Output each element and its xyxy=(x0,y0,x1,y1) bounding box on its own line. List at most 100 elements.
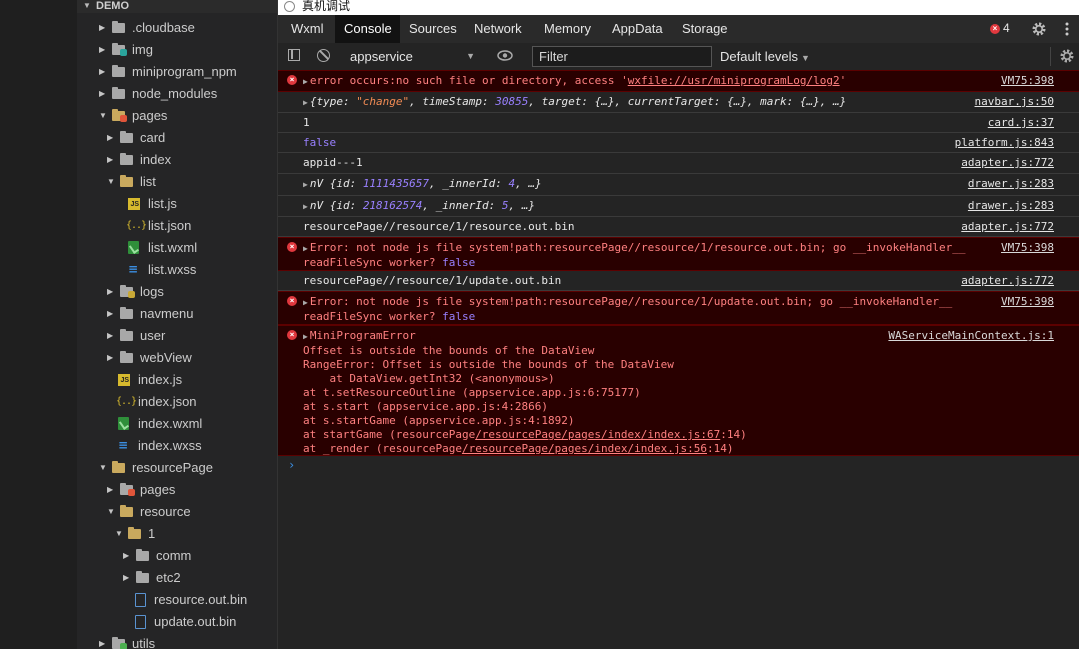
tree-item[interactable]: ▶ img xyxy=(77,39,277,61)
tab-console[interactable]: Console xyxy=(335,15,400,43)
tree-item[interactable]: ▶ miniprogram_npm xyxy=(77,61,277,83)
error-count-badge[interactable]: × 4 xyxy=(990,21,1010,36)
chevron-down-icon[interactable]: ▼ xyxy=(107,507,115,517)
message-link[interactable]: wxfile://usr/miniprogramLog/log2 xyxy=(628,74,840,87)
tree-item[interactable]: list.wxml xyxy=(77,237,277,259)
tree-item[interactable]: ▼ resource xyxy=(77,501,277,523)
chevron-right-icon[interactable]: ▶ xyxy=(107,133,115,143)
tree-item-label: img xyxy=(132,42,153,57)
expand-triangle-icon[interactable]: ▶ xyxy=(303,332,308,341)
tab-sources[interactable]: Sources xyxy=(400,15,465,43)
message-text: ' xyxy=(839,74,847,87)
expand-triangle-icon[interactable]: ▶ xyxy=(303,244,308,253)
log-levels-dropdown[interactable]: Default levels ▼ xyxy=(720,48,810,67)
source-link[interactable]: card.js:37 xyxy=(988,116,1054,130)
expand-triangle-icon[interactable]: ▶ xyxy=(303,77,308,86)
source-link[interactable]: VM75:398 xyxy=(1001,295,1054,309)
chevron-down-icon[interactable]: ▼ xyxy=(107,177,115,187)
tree-item[interactable]: JS index.js xyxy=(77,369,277,391)
chevron-down-icon[interactable]: ▼ xyxy=(99,463,107,473)
tree-item-label: card xyxy=(140,130,166,145)
chevron-right-icon[interactable]: ▶ xyxy=(107,287,115,297)
tree-item[interactable]: resource.out.bin xyxy=(77,589,277,611)
stack-link[interactable]: /resourcePage/pages/index/index.js:56 xyxy=(462,442,707,455)
eye-icon[interactable] xyxy=(497,50,513,61)
tab-memory[interactable]: Memory xyxy=(535,15,603,43)
tree-item[interactable]: ▶ user xyxy=(77,325,277,347)
tree-item[interactable]: ▶ navmenu xyxy=(77,303,277,325)
source-link[interactable]: drawer.js:283 xyxy=(968,177,1054,191)
source-link[interactable]: adapter.js:772 xyxy=(961,220,1054,234)
tree-item[interactable]: ▶ logs xyxy=(77,281,277,303)
chevron-down-icon[interactable]: ▼ xyxy=(115,529,123,539)
expand-triangle-icon[interactable]: ▶ xyxy=(303,298,308,307)
tree-item[interactable]: index.wxml xyxy=(77,413,277,435)
tree-item[interactable]: ≡ list.wxss xyxy=(77,259,277,281)
tree-item[interactable]: ▶ pages xyxy=(77,479,277,501)
tree-item[interactable]: ▼ list xyxy=(77,171,277,193)
source-link[interactable]: platform.js:843 xyxy=(955,136,1054,150)
stack-link[interactable]: /resourcePage/pages/index/index.js:67 xyxy=(475,428,720,441)
chevron-right-icon[interactable]: ▶ xyxy=(123,573,131,583)
more-menu-icon[interactable] xyxy=(1064,21,1070,37)
chevron-right-icon[interactable]: ▶ xyxy=(107,309,115,319)
message-text: false xyxy=(442,256,476,269)
source-link[interactable]: VM75:398 xyxy=(1001,74,1054,88)
clear-console-icon[interactable] xyxy=(317,49,330,62)
console-log-message: resourcePage//resource/1/resource.out.bi… xyxy=(278,217,1079,237)
tree-item[interactable]: ▶ node_modules xyxy=(77,83,277,105)
console-settings-icon[interactable] xyxy=(1059,48,1075,64)
tree-item[interactable]: ≡ index.wxss xyxy=(77,435,277,457)
folder-open-icon xyxy=(128,527,142,540)
chevron-down-icon: ▼ xyxy=(83,1,91,10)
tree-item[interactable]: {..} index.json xyxy=(77,391,277,413)
tree-item[interactable]: ▶ card xyxy=(77,127,277,149)
tree-item[interactable]: ▶ index xyxy=(77,149,277,171)
tab-network[interactable]: Network xyxy=(465,15,535,43)
tree-item[interactable]: JS list.js xyxy=(77,193,277,215)
chevron-right-icon[interactable]: ▶ xyxy=(107,485,115,495)
tree-item[interactable]: ▼ pages xyxy=(77,105,277,127)
source-link[interactable]: WAServiceMainContext.js:1 xyxy=(888,329,1054,343)
chevron-right-icon[interactable]: ▶ xyxy=(99,639,107,649)
console-prompt[interactable]: › xyxy=(288,458,295,472)
chevron-right-icon[interactable]: ▶ xyxy=(123,551,131,561)
tab-wxml[interactable]: Wxml xyxy=(282,15,335,43)
message-text: , …} xyxy=(515,177,542,190)
tab-appdata[interactable]: AppData xyxy=(603,15,673,43)
source-link[interactable]: adapter.js:772 xyxy=(961,274,1054,288)
source-link[interactable]: drawer.js:283 xyxy=(968,199,1054,213)
tree-item[interactable]: ▶ etc2 xyxy=(77,567,277,589)
filter-input[interactable] xyxy=(532,46,712,67)
source-link[interactable]: navbar.js:50 xyxy=(975,95,1054,109)
chevron-right-icon[interactable]: ▶ xyxy=(99,23,107,33)
tree-item[interactable]: ▼ resourcePage xyxy=(77,457,277,479)
expand-triangle-icon[interactable]: ▶ xyxy=(303,202,308,211)
chevron-right-icon[interactable]: ▶ xyxy=(107,155,115,165)
source-link[interactable]: adapter.js:772 xyxy=(961,156,1054,170)
tree-item[interactable]: ▶ .cloudbase xyxy=(77,17,277,39)
tree-item[interactable]: update.out.bin xyxy=(77,611,277,633)
chevron-right-icon[interactable]: ▶ xyxy=(107,331,115,341)
chevron-right-icon[interactable]: ▶ xyxy=(107,353,115,363)
tree-item[interactable]: ▼ 1 xyxy=(77,523,277,545)
tree-item-label: list.js xyxy=(148,196,177,211)
tree-item[interactable]: ▶ webView xyxy=(77,347,277,369)
folder-icon xyxy=(120,131,134,144)
chevron-right-icon[interactable]: ▶ xyxy=(99,67,107,77)
chevron-down-icon[interactable]: ▼ xyxy=(99,111,107,121)
chevron-right-icon[interactable]: ▶ xyxy=(99,89,107,99)
context-select[interactable]: appservice ▼ xyxy=(343,47,483,66)
expand-triangle-icon[interactable]: ▶ xyxy=(303,180,308,189)
tree-item[interactable]: {..} list.json xyxy=(77,215,277,237)
expand-triangle-icon[interactable]: ▶ xyxy=(303,98,308,107)
tree-item[interactable]: ▶ comm xyxy=(77,545,277,567)
chevron-right-icon[interactable]: ▶ xyxy=(99,45,107,55)
tree-item[interactable]: ▶ utils xyxy=(77,633,277,649)
tab-storage[interactable]: Storage xyxy=(673,15,735,43)
settings-icon[interactable] xyxy=(1031,21,1047,37)
explorer-header[interactable]: ▼ DEMO xyxy=(77,0,277,13)
source-link[interactable]: VM75:398 xyxy=(1001,241,1054,255)
folder-icon xyxy=(120,153,134,166)
sidebar-toggle-icon[interactable] xyxy=(288,49,300,61)
